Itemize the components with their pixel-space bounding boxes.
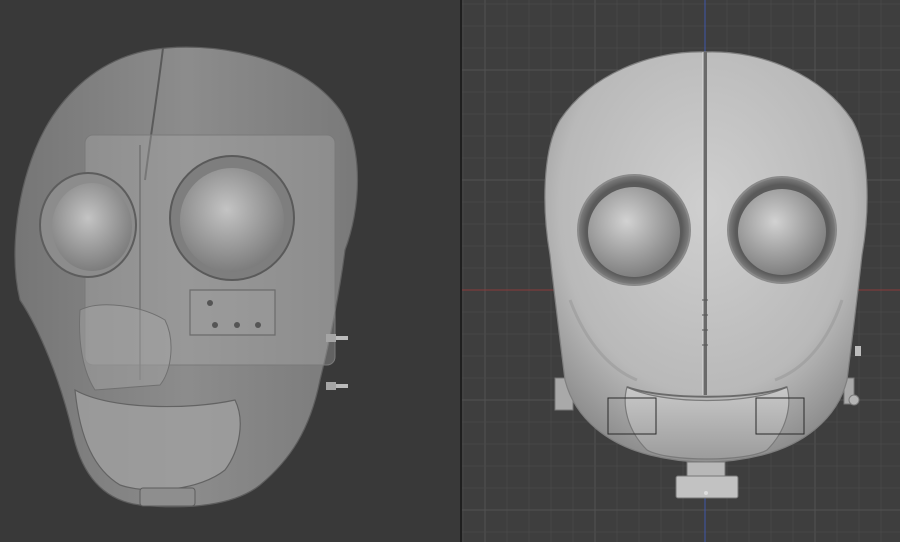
viewport-canvas-right[interactable] — [462, 0, 900, 542]
object-origin — [704, 491, 708, 495]
teeth-region — [79, 304, 172, 391]
bolt — [212, 322, 218, 328]
perspective-xray-viewport[interactable] — [0, 0, 460, 542]
right-eye[interactable] — [180, 168, 284, 272]
bolt — [255, 322, 261, 328]
bolt — [234, 322, 240, 328]
left-eye[interactable] — [588, 187, 680, 277]
left-eye[interactable] — [52, 183, 132, 271]
right-eye[interactable] — [738, 189, 826, 275]
side-peg — [326, 334, 336, 342]
robot-head-mesh[interactable] — [544, 51, 868, 499]
neck-connector-top — [686, 461, 726, 477]
side-peg — [326, 382, 336, 390]
side-peg-pin — [336, 384, 348, 388]
neck-connector — [139, 487, 196, 507]
side-peg-pin — [336, 336, 348, 340]
right-peg — [855, 346, 861, 356]
bolt — [207, 300, 213, 306]
front-ortho-viewport[interactable] — [462, 0, 900, 542]
robot-head-mesh-xray[interactable] — [14, 46, 359, 508]
blender-3d-viewport-split — [0, 0, 900, 542]
viewport-canvas-left[interactable] — [0, 0, 460, 542]
right-bolt — [848, 394, 860, 406]
